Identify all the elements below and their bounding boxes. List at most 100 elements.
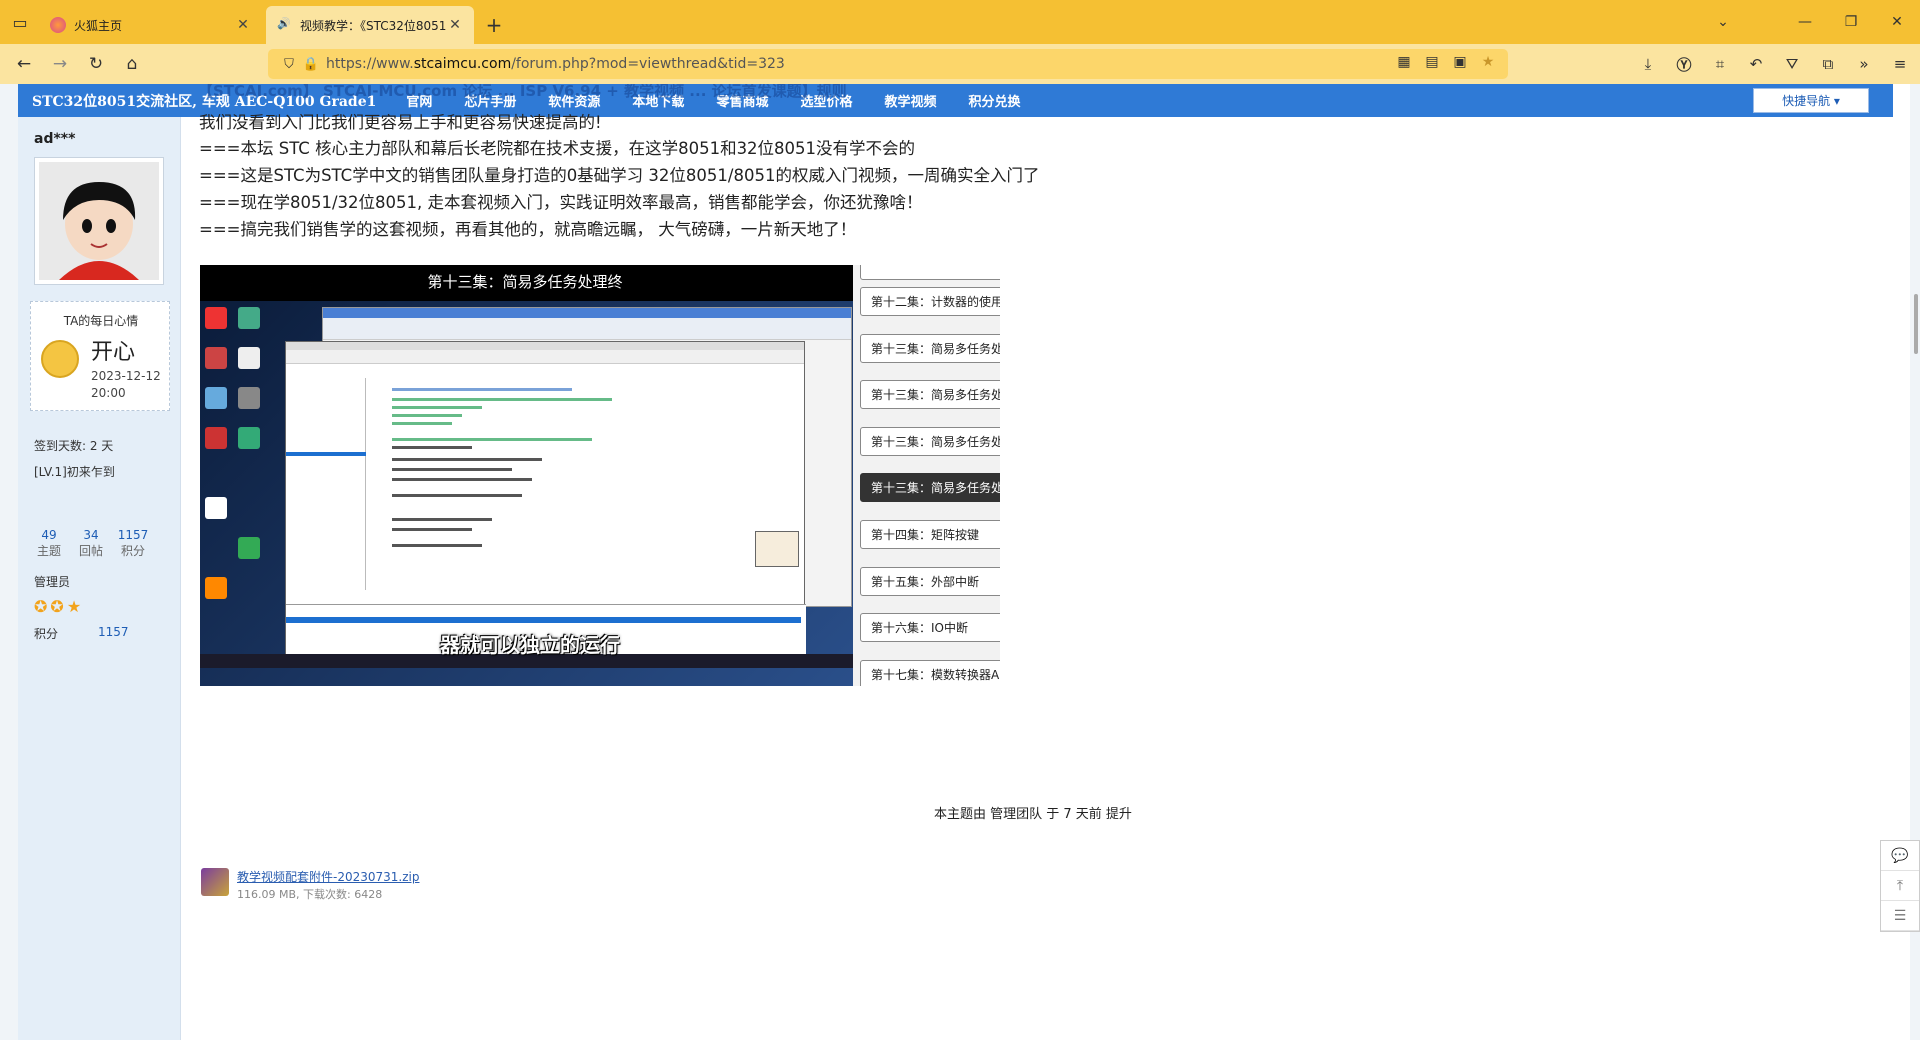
filter-icon[interactable]: ⛛ (1774, 48, 1810, 80)
avatar[interactable] (34, 157, 164, 285)
firefox-icon (50, 17, 66, 33)
episode-item[interactable] (860, 265, 1000, 280)
shield-icon[interactable]: ⛉ (278, 57, 300, 72)
sun-star-icon: ✪ (34, 597, 48, 616)
extensions-icon[interactable]: ⧉ (1810, 48, 1846, 80)
stat-label: 主题 (36, 544, 61, 558)
back-to-top-icon[interactable]: ⤒ (1881, 871, 1919, 901)
window-titlebar (323, 308, 851, 318)
tree-selection (286, 452, 366, 456)
code-line (392, 468, 512, 471)
output-highlight (286, 617, 801, 623)
tab-video-tutorial[interactable]: 🔊 视频教学：《STC32位8051单片机》 ✕ (266, 6, 474, 44)
desktop-app-icon (205, 387, 227, 409)
code-line (392, 494, 522, 497)
url-text[interactable]: https://www.stcaimcu.com/forum.php?mod=v… (326, 56, 785, 72)
user-role[interactable]: 管理员 (34, 573, 70, 590)
reload-icon[interactable]: ↻ (78, 48, 114, 80)
stat-replies[interactable]: 34 回帖 (70, 527, 112, 559)
undo-icon[interactable]: ↶ (1738, 48, 1774, 80)
episode-item[interactable]: 第十三集：简易多任务处理中 (860, 380, 1000, 409)
nav-item-video-tutorials[interactable]: 教学视频 (884, 91, 936, 110)
quick-nav-button[interactable]: 快捷导航 ▾ (1753, 88, 1869, 113)
keil-window (285, 341, 806, 656)
author-name[interactable]: ad*** (34, 131, 75, 147)
more-tools-icon[interactable]: » (1846, 48, 1882, 80)
attachment-meta: 116.09 MB, 下载次数: 6428 (237, 888, 383, 901)
forward-icon[interactable]: → (42, 48, 78, 80)
points-value[interactable]: 1157 (98, 625, 129, 639)
episode-item[interactable]: 第十四集：矩阵按键 (860, 520, 1000, 549)
episode-item[interactable]: 第十三集：简易多任务处理上 (860, 334, 1000, 363)
new-tab-button[interactable]: + (478, 6, 510, 44)
caret-down-icon: ▾ (1830, 93, 1840, 108)
desktop-app-icon (238, 387, 260, 409)
code-line (392, 438, 592, 441)
close-tab-icon[interactable]: ✕ (234, 17, 252, 33)
user-stats: 49 主题 34 回帖 1157 积分 (28, 527, 178, 559)
code-line (392, 446, 472, 449)
episode-item[interactable]: 第十五集：外部中断 (860, 567, 1000, 596)
navigation-toolbar: ← → ↻ ⌂ ⛉ 🔒 https://www.stcaimcu.com/for… (0, 44, 1920, 84)
quick-nav-label: 快捷导航 (1782, 94, 1831, 108)
page-scrollbar[interactable] (1914, 294, 1918, 354)
url-domain: stcaimcu.com (413, 56, 512, 72)
post-content: 我们没看到入门比我们更容易上手和更容易快速提高的! ===本坛 STC 核心主力… (181, 113, 1910, 1040)
window-menubar (286, 350, 804, 364)
list-icon[interactable]: ☰ (1881, 901, 1919, 931)
stat-threads[interactable]: 49 主题 (28, 527, 70, 559)
code-line (392, 414, 462, 417)
post-line: ===这是STC为STC学中文的销售团队量身打造的0基础学习 32位8051/8… (199, 166, 1040, 185)
restore-button[interactable]: ❐ (1828, 0, 1874, 44)
thread-bumped-notice: 本主题由 管理团队 于 7 天前 提升 (934, 807, 1132, 822)
user-level[interactable]: [LV.1]初来乍到 (34, 463, 115, 480)
nav-item-points-exchange[interactable]: 积分兑换 (968, 91, 1020, 110)
stat-points[interactable]: 1157 积分 (112, 527, 154, 559)
star-icon: ★ (66, 597, 82, 616)
code-line (392, 388, 572, 391)
qr-code-icon[interactable]: ▦ (1394, 54, 1414, 70)
url-bar[interactable]: ⛉ 🔒 https://www.stcaimcu.com/forum.php?m… (268, 49, 1508, 79)
episode-item[interactable]: 第十六集：IO中断 (860, 613, 1000, 642)
cartoon-boy-icon (39, 162, 159, 280)
points-label: 积分 (34, 627, 59, 641)
tab-title: 火狐主页 (74, 18, 123, 33)
tab-list-icon[interactable]: ▭ (0, 0, 40, 44)
speaker-icon[interactable]: 🔊 (276, 17, 292, 33)
menu-icon[interactable]: ≡ (1882, 48, 1918, 80)
bookmark-star-icon[interactable]: ★ (1478, 54, 1498, 70)
downloads-icon[interactable]: ⤓ (1630, 48, 1666, 80)
close-tab-icon[interactable]: ✕ (446, 17, 464, 33)
code-line (392, 478, 532, 481)
reader-view-icon[interactable]: ▤ (1422, 54, 1442, 70)
zip-archive-icon (201, 868, 229, 896)
avatar-image (39, 162, 159, 280)
video-player[interactable]: 第十三集：简易多任务处理终 器就可以独立的运行 第十二集：计数器的使用 第十三集… (200, 265, 1000, 686)
code-line (392, 458, 542, 461)
stat-value: 49 (41, 528, 57, 542)
attachment-link[interactable]: 教学视频配套附件-20230731.zip (237, 868, 419, 885)
back-icon[interactable]: ← (6, 48, 42, 80)
rank-stars: ✪ ✪ ★ (34, 597, 81, 616)
author-sidebar: ad*** TA的每日心情 开心 2023-12-12 20:00 签到天数: … (18, 117, 181, 1040)
stat-value: 1157 (117, 528, 149, 542)
episode-item-active[interactable]: 第十三集：简易多任务处理终 (860, 473, 1000, 502)
episode-item[interactable]: 第十二集：计数器的使用 (860, 287, 1000, 316)
episode-item[interactable]: 第十七集：模数转换器ADC上 (860, 660, 1000, 686)
mood-date: 2023-12-12 20:00 (91, 369, 161, 400)
minimize-button[interactable]: — (1782, 0, 1828, 44)
home-icon[interactable]: ⌂ (114, 48, 150, 80)
screenshot-icon[interactable]: ▣ (1450, 54, 1470, 70)
comment-icon[interactable]: 💬 (1881, 841, 1919, 871)
desktop-app-icon (205, 497, 227, 519)
account-icon[interactable]: Ⓨ (1666, 48, 1702, 80)
episode-item[interactable]: 第十三集：简易多任务处理下 (860, 427, 1000, 456)
video-subtitle: 器就可以独立的运行 (440, 633, 620, 657)
floating-tools: 💬 ⤒ ☰ (1880, 840, 1920, 932)
crop-icon[interactable]: ⌗ (1702, 48, 1738, 80)
stat-label: 积分 (120, 544, 145, 558)
lock-icon[interactable]: 🔒 (300, 57, 322, 72)
tab-overflow-chevron-icon[interactable]: ⌄ (1700, 0, 1746, 44)
tab-firefox-home[interactable]: 火狐主页 ✕ (40, 6, 262, 44)
close-window-button[interactable]: ✕ (1874, 0, 1920, 44)
